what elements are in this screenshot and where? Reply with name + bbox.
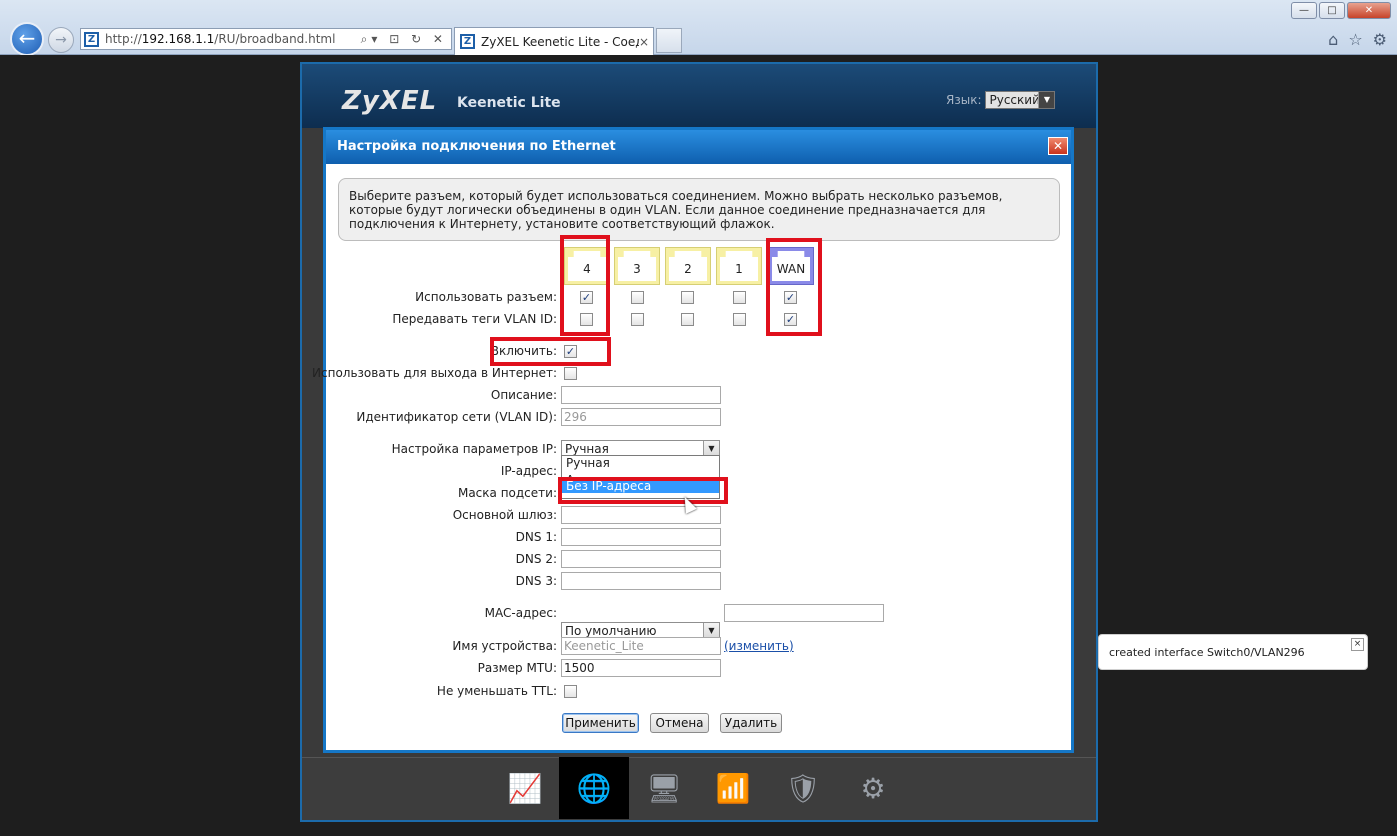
change-hostname-link[interactable]: (изменить): [724, 639, 794, 653]
zyxel-logo: ZyXEL: [342, 86, 438, 116]
ttl-checkbox[interactable]: [564, 685, 577, 698]
mtu-label: Размер MTU:: [477, 661, 557, 675]
settings-gear-icon[interactable]: ⚙: [1373, 30, 1387, 49]
vlan-tag-checkbox-1[interactable]: [733, 313, 746, 326]
mac-field[interactable]: [724, 604, 884, 622]
maximize-button[interactable]: □: [1319, 2, 1345, 19]
browser-tab[interactable]: Z ZyXEL Keenetic Lite - Соед... ×: [454, 27, 654, 55]
subnet-mask-label: Маска подсети:: [457, 486, 557, 500]
hostname-label: Имя устройства:: [452, 639, 557, 653]
description-field[interactable]: [561, 386, 721, 404]
highlight-enable: [490, 337, 611, 366]
mac-label: MAC-адрес:: [484, 606, 557, 620]
language-select[interactable]: Русский ▼: [985, 91, 1056, 109]
toast-close-button[interactable]: ×: [1351, 638, 1364, 651]
language-selector: Язык: Русский ▼: [946, 91, 1056, 109]
nav-monitor[interactable]: 📈: [490, 757, 560, 819]
ip-option-manual[interactable]: Ручная: [562, 456, 719, 470]
favorites-star-icon[interactable]: ☆: [1348, 30, 1362, 49]
dns1-label: DNS 1:: [515, 530, 557, 544]
address-bar[interactable]: Z http://192.168.1.1/RU/broadband.html ⌕…: [80, 28, 452, 50]
ip-mode-label: Настройка параметров IP:: [391, 442, 557, 456]
nav-wifi[interactable]: 📶: [698, 757, 768, 819]
language-label: Язык:: [946, 93, 982, 107]
chevron-down-icon: ▼: [1038, 92, 1055, 108]
globe-icon: 🌐: [576, 771, 612, 805]
dialog-close-button[interactable]: ✕: [1048, 137, 1068, 155]
dialog-title: Настройка подключения по Ethernet: [326, 130, 1071, 164]
notification-toast: created interface Switch0/VLAN296: [1098, 634, 1368, 670]
site-favicon-icon: Z: [84, 31, 99, 47]
vlan-tag-label: Передавать теги VLAN ID:: [392, 312, 557, 326]
close-window-button[interactable]: ✕: [1347, 2, 1391, 19]
internet-label: Использовать для выхода в Интернет:: [312, 366, 557, 380]
dns3-field[interactable]: [561, 572, 721, 590]
forward-button[interactable]: →: [48, 27, 74, 53]
use-port-label: Использовать разъем:: [415, 290, 557, 304]
nav-home-network[interactable]: 🖥: [629, 757, 699, 819]
vlan-tag-checkbox-2[interactable]: [681, 313, 694, 326]
port-1: 1: [716, 247, 762, 285]
port-label: 3: [618, 251, 656, 281]
new-tab-button[interactable]: [656, 28, 682, 53]
monitor-icon: 📈: [507, 771, 543, 805]
apply-button[interactable]: Применить: [562, 713, 639, 733]
address-tools[interactable]: ⌕▾ ⊡ ↻ ✕: [361, 32, 451, 47]
model-name: Keenetic Lite: [457, 95, 561, 111]
use-port-checkbox-2[interactable]: [681, 291, 694, 304]
highlight-wan: [766, 238, 822, 336]
cancel-button[interactable]: Отмена: [650, 713, 709, 733]
mtu-field[interactable]: 1500: [561, 659, 721, 677]
back-button[interactable]: ←: [10, 22, 44, 56]
gateway-field[interactable]: [561, 506, 721, 524]
dns2-field[interactable]: [561, 550, 721, 568]
use-port-checkbox-1[interactable]: [733, 291, 746, 304]
vlan-id-label: Идентификатор сети (VLAN ID):: [356, 410, 557, 424]
tab-title: ZyXEL Keenetic Lite - Соед...: [481, 34, 639, 49]
wifi-signal-icon: 📶: [715, 771, 751, 805]
delete-button[interactable]: Удалить: [720, 713, 782, 733]
gateway-label: Основной шлюз:: [452, 508, 557, 522]
nav-internet[interactable]: 🌐: [559, 757, 629, 819]
port-label: 2: [669, 251, 707, 281]
tab-favicon-icon: Z: [460, 34, 475, 49]
port-label: 1: [720, 251, 758, 281]
home-icon[interactable]: ⌂: [1328, 30, 1338, 49]
port-2: 2: [665, 247, 711, 285]
dns1-field[interactable]: [561, 528, 721, 546]
dns3-label: DNS 3:: [515, 574, 557, 588]
hostname-field[interactable]: Keenetic_Lite: [561, 637, 721, 655]
url-text[interactable]: http://192.168.1.1/RU/broadband.html: [105, 32, 361, 46]
browser-right-icons: ⌂ ☆ ⚙: [1328, 30, 1387, 49]
shield-icon: 🛡: [785, 771, 821, 805]
highlight-port4: [560, 235, 610, 336]
vlan-tag-checkbox-3[interactable]: [631, 313, 644, 326]
ttl-label: Не уменьшать TTL:: [436, 684, 557, 698]
use-port-checkbox-3[interactable]: [631, 291, 644, 304]
gear-icon: ⚙: [860, 771, 886, 805]
dns2-label: DNS 2:: [515, 552, 557, 566]
nav-security[interactable]: 🛡: [768, 757, 838, 819]
network-icon: 🖥: [646, 771, 682, 805]
port-3: 3: [614, 247, 660, 285]
vlan-id-field[interactable]: 296: [561, 408, 721, 426]
tab-close-icon[interactable]: ×: [639, 35, 653, 49]
info-text: Выберите разъем, который будет использов…: [338, 178, 1060, 241]
window-controls: — □ ✕: [1289, 2, 1391, 19]
internet-checkbox[interactable]: [564, 367, 577, 380]
description-label: Описание:: [490, 388, 557, 402]
ip-address-label: IP-адрес:: [500, 464, 557, 478]
highlight-no-ip: [558, 477, 728, 504]
nav-system[interactable]: ⚙: [838, 757, 908, 819]
minimize-button[interactable]: —: [1291, 2, 1317, 19]
